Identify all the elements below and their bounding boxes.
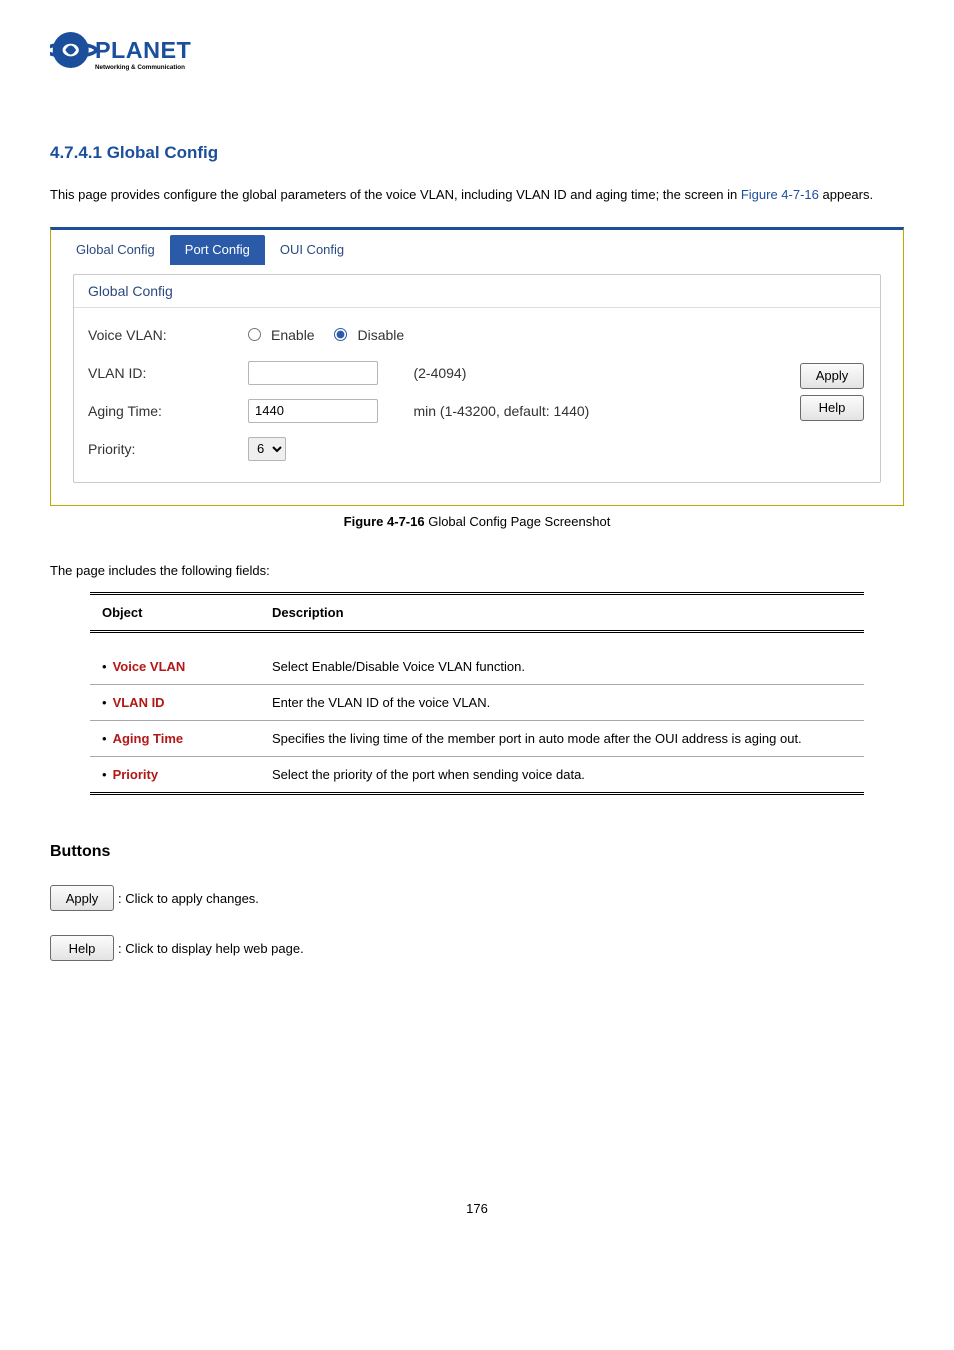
fields-intro: The page includes the following fields:: [50, 563, 904, 578]
table-row: •Priority Select the priority of the por…: [90, 757, 864, 794]
row-aging-time: Aging Time: min (1-43200, default: 1440): [88, 392, 780, 430]
voice-vlan-label: Voice VLAN:: [88, 327, 248, 343]
apply-button-text: : Click to apply changes.: [118, 891, 259, 906]
aging-time-label: Aging Time:: [88, 403, 248, 419]
vlan-id-hint: (2-4094): [413, 365, 466, 381]
table-row: •Voice VLAN Select Enable/Disable Voice …: [90, 649, 864, 685]
th-object: Object: [90, 593, 260, 631]
obj-priority: Priority: [113, 767, 159, 782]
svg-text:PLANET: PLANET: [95, 37, 192, 63]
aging-time-input[interactable]: [248, 399, 378, 423]
aging-time-hint: min (1-43200, default: 1440): [413, 403, 589, 419]
svg-text:Networking & Communication: Networking & Communication: [95, 64, 185, 71]
help-button-image: Help: [50, 935, 114, 961]
table-row: •Aging Time Specifies the living time of…: [90, 721, 864, 757]
config-panel: Global Config Port Config OUI Config Glo…: [50, 227, 904, 506]
desc-voice-vlan: Select Enable/Disable Voice VLAN functio…: [260, 649, 864, 685]
planet-logo-icon: PLANET Networking & Communication: [50, 30, 230, 80]
priority-select[interactable]: 6: [248, 437, 286, 461]
help-button-text: : Click to display help web page.: [118, 941, 304, 956]
table-row: •VLAN ID Enter the VLAN ID of the voice …: [90, 685, 864, 721]
intro-text-prefix: This page provides configure the global …: [50, 187, 741, 202]
intro-paragraph: This page provides configure the global …: [50, 185, 904, 205]
desc-aging: Specifies the living time of the member …: [260, 721, 864, 757]
obj-voice-vlan: Voice VLAN: [113, 659, 186, 674]
fields-table: Object Description •Voice VLAN Select En…: [90, 592, 864, 796]
enable-label: Enable: [271, 327, 315, 343]
obj-vlan-id: VLAN ID: [113, 695, 165, 710]
figure-caption: Figure 4-7-16 Global Config Page Screens…: [50, 514, 904, 529]
vlan-id-input[interactable]: [248, 361, 378, 385]
global-config-inner-panel: Global Config Voice VLAN: Enable Disable: [73, 274, 881, 483]
help-button-line: Help : Click to display help web page.: [50, 935, 904, 961]
figure-link[interactable]: Figure 4-7-16: [741, 187, 819, 202]
voice-vlan-disable-radio[interactable]: [334, 328, 347, 341]
row-priority: Priority: 6: [88, 430, 780, 468]
apply-button[interactable]: Apply: [800, 363, 864, 389]
help-button[interactable]: Help: [800, 395, 864, 421]
tab-global-config[interactable]: Global Config: [61, 235, 170, 265]
tab-oui-config[interactable]: OUI Config: [265, 235, 359, 265]
tab-port-config[interactable]: Port Config: [170, 235, 265, 265]
apply-button-image: Apply: [50, 885, 114, 911]
desc-priority: Select the priority of the port when sen…: [260, 757, 864, 794]
page-number: 176: [50, 1201, 904, 1216]
section-title: 4.7.4.1 Global Config: [50, 143, 904, 163]
row-voice-vlan: Voice VLAN: Enable Disable: [88, 316, 780, 354]
logo-block: PLANET Networking & Communication: [50, 30, 904, 83]
th-description: Description: [260, 593, 864, 631]
disable-label: Disable: [357, 327, 404, 343]
buttons-section-title: Buttons: [50, 843, 904, 861]
desc-vlan-id: Enter the VLAN ID of the voice VLAN.: [260, 685, 864, 721]
row-vlan-id: VLAN ID: (2-4094): [88, 354, 780, 392]
apply-button-line: Apply : Click to apply changes.: [50, 885, 904, 911]
inner-panel-head: Global Config: [74, 275, 880, 308]
obj-aging: Aging Time: [113, 731, 184, 746]
tab-bar: Global Config Port Config OUI Config: [51, 230, 903, 264]
caption-text: Global Config Page Screenshot: [425, 514, 611, 529]
voice-vlan-enable-radio[interactable]: [248, 328, 261, 341]
priority-label: Priority:: [88, 441, 248, 457]
intro-text-suffix: appears.: [819, 187, 873, 202]
caption-fig: Figure 4-7-16: [344, 514, 425, 529]
vlan-id-label: VLAN ID:: [88, 365, 248, 381]
